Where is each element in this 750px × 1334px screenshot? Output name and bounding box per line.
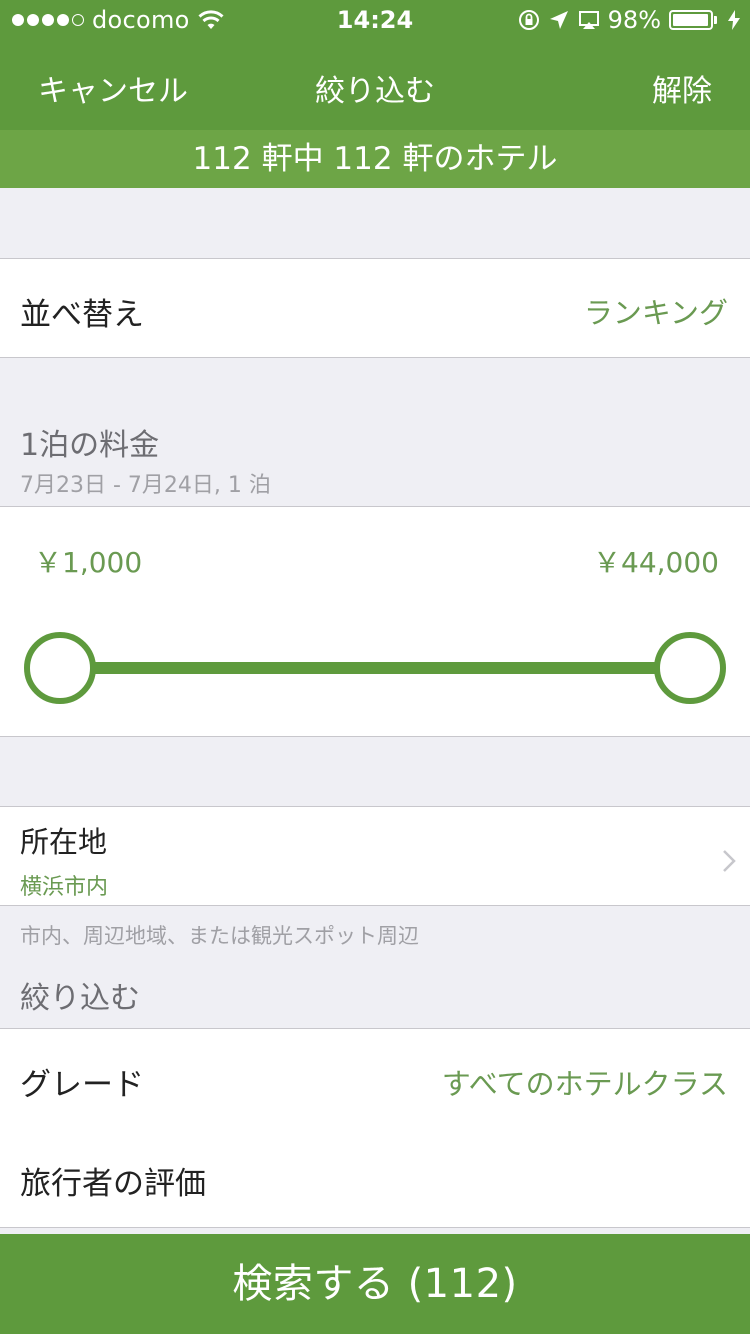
grade-value: すべてのホテルクラス <box>441 1067 728 1101</box>
location-arrow-icon <box>549 11 568 29</box>
filter-section-title: 絞り込む <box>20 981 140 1016</box>
price-slider-row: ￥1,000 ￥44,000 <box>0 506 750 737</box>
location-row[interactable]: 所在地 横浜市内 <box>0 806 750 906</box>
sort-value: ランキング <box>583 296 728 330</box>
status-right: 98% <box>518 6 740 34</box>
location-value: 横浜市内 <box>20 875 109 900</box>
results-summary: 112 軒中 112 軒のホテル <box>0 130 750 188</box>
traveler-rating-label: 旅行者の評価 <box>20 1166 206 1202</box>
status-bar: docomo 14:24 98% <box>0 0 750 40</box>
location-label: 所在地 <box>20 825 108 859</box>
grade-row[interactable]: グレード すべてのホテルクラス <box>0 1028 750 1129</box>
price-min-handle[interactable] <box>24 632 96 704</box>
battery-percentage: 98% <box>607 6 661 34</box>
grade-label: グレード <box>20 1067 144 1103</box>
cancel-button[interactable]: キャンセル <box>38 66 188 110</box>
location-hint: 市内、周辺地域、または観光スポット周辺 <box>20 924 419 948</box>
traveler-rating-row[interactable]: 旅行者の評価 <box>0 1128 750 1228</box>
price-section-title: 1泊の料金 <box>20 428 160 463</box>
battery-icon <box>669 10 717 30</box>
search-button-label: 検索する (112) <box>232 1261 518 1307</box>
price-slider-track[interactable] <box>60 662 690 674</box>
rotation-lock-icon <box>518 10 539 30</box>
sort-label: 並べ替え <box>20 297 144 333</box>
price-min-label: ￥1,000 <box>34 546 143 579</box>
price-dates: 7月23日 - 7月24日, 1 泊 <box>20 473 271 498</box>
search-button[interactable]: 検索する (112) <box>0 1234 750 1334</box>
charging-bolt-icon <box>728 10 740 30</box>
price-max-handle[interactable] <box>654 632 726 704</box>
price-max-label: ￥44,000 <box>593 546 719 579</box>
clear-button[interactable]: 解除 <box>652 66 712 110</box>
airplay-icon <box>578 11 599 29</box>
navigation-bar: 絞り込む キャンセル 解除 <box>0 40 750 128</box>
sort-row[interactable]: 並べ替え ランキング <box>0 258 750 358</box>
chevron-right-icon <box>723 850 736 872</box>
